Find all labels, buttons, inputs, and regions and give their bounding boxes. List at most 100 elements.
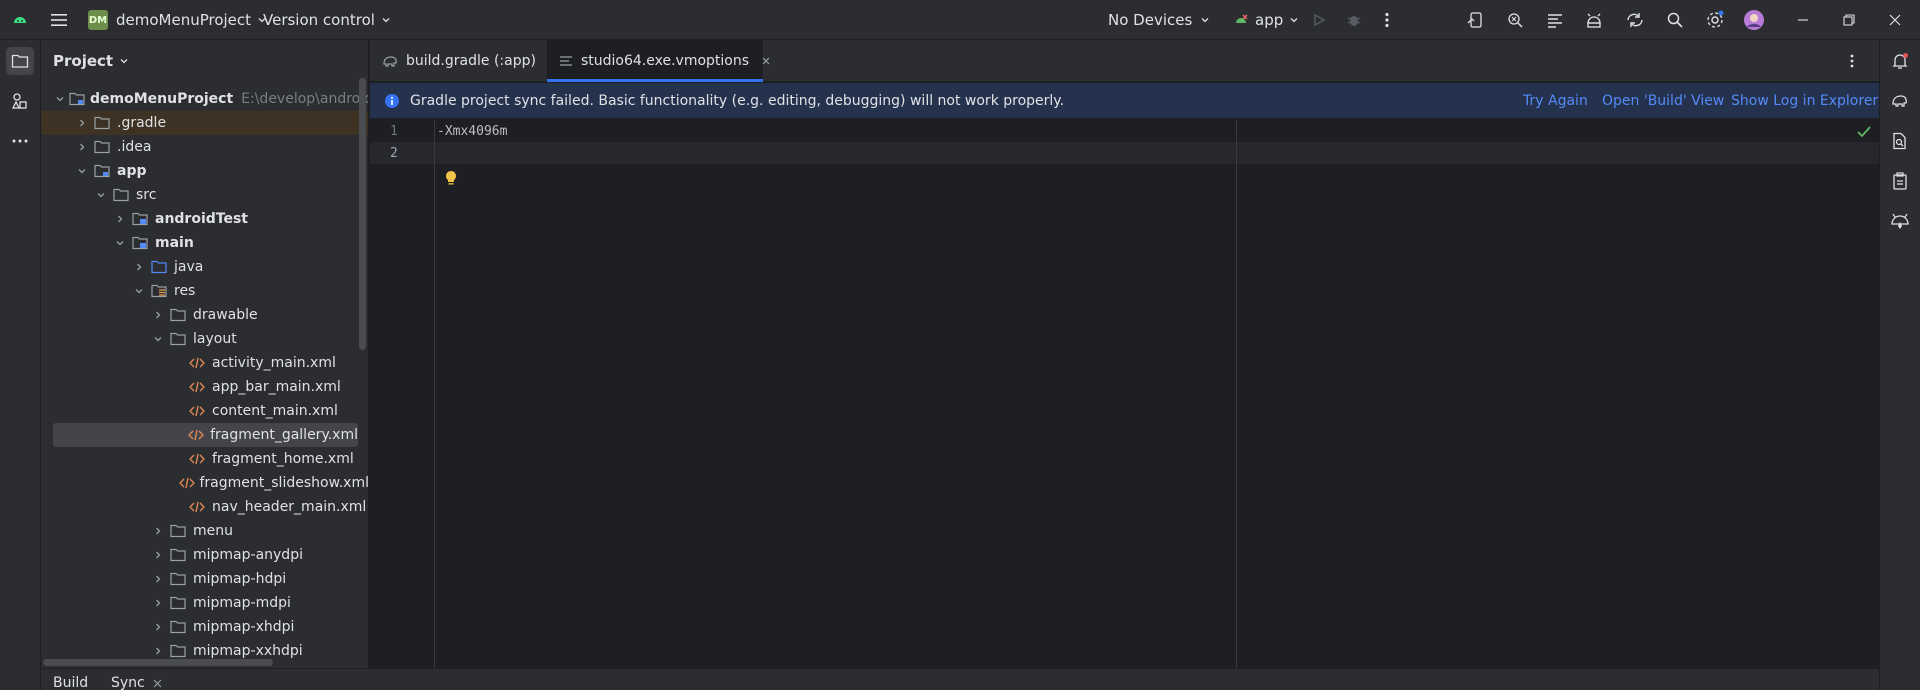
chevron-down-icon[interactable] [150,331,166,347]
run-button[interactable] [1308,0,1330,40]
tree-item[interactable]: nav_header_main.xml [41,495,368,519]
tree-item[interactable]: java [41,255,368,279]
chevron-right-icon[interactable] [74,139,90,155]
tree-item[interactable]: fragment_slideshow.xml [41,471,368,495]
tree-item[interactable]: mipmap-hdpi [41,567,368,591]
chevron-right-icon[interactable] [150,595,166,611]
chevron-right-icon[interactable] [150,523,166,539]
tree-item-label: .gradle [117,115,167,131]
restore-button[interactable] [1838,0,1860,40]
device-manager-button[interactable] [1464,0,1486,40]
check-icon[interactable] [1857,126,1871,138]
project-view-selector[interactable]: Project [53,40,129,82]
chevron-right-icon[interactable] [150,619,166,635]
tree-item[interactable]: content_main.xml [41,399,368,423]
tree-horizontal-scrollbar[interactable] [43,659,273,666]
resource-manager-button[interactable] [6,87,34,115]
show-log-link[interactable]: Show Log in Explorer [1731,93,1878,109]
tree-item-label: layout [193,331,237,347]
tree-item-label: mipmap-xxhdpi [193,643,303,659]
project-switcher[interactable]: DM demoMenuProject [88,0,267,40]
main-menu-button[interactable] [48,0,70,40]
tree-item[interactable]: menu [41,519,368,543]
device-file-explorer-button[interactable] [1886,127,1914,155]
run-config-selector[interactable]: app [1233,0,1299,40]
tree-item[interactable]: androidTest [41,207,368,231]
user-avatar[interactable] [1743,0,1765,40]
sync-project-button[interactable] [1544,0,1566,40]
try-again-link[interactable]: Try Again [1523,93,1588,109]
chevron-down-icon[interactable] [55,91,65,107]
chevron-right-icon[interactable] [150,547,166,563]
tree-item[interactable]: drawable [41,303,368,327]
device-selector[interactable]: No Devices [1108,0,1210,40]
tab-build-gradle[interactable]: build.gradle (:app) [370,40,546,82]
gemini-tool-button[interactable] [1886,207,1914,235]
chevron-right-icon[interactable] [74,115,90,131]
build-tab[interactable]: Build [53,675,88,690]
lightbulb-icon[interactable] [444,170,458,186]
settings-button[interactable] [1704,0,1726,40]
code-editor[interactable]: 1 2 -Xmx4096m [370,120,1879,668]
tree-item-label: androidTest [155,211,248,227]
tree-item[interactable]: fragment_gallery.xml [53,423,358,447]
right-margin-guide [1236,120,1237,668]
minimize-button[interactable] [1792,0,1814,40]
sync-tab[interactable]: Sync [111,675,145,690]
tree-item[interactable]: app_bar_main.xml [41,375,368,399]
tree-item[interactable]: mipmap-anydpi [41,543,368,567]
search-button[interactable] [1664,0,1686,40]
tree-item[interactable]: .idea [41,135,368,159]
chevron-down-icon[interactable] [74,163,90,179]
gradle-tool-button[interactable] [1886,87,1914,115]
debug-button[interactable] [1343,0,1365,40]
tree-item[interactable]: mipmap-xhdpi [41,615,368,639]
clipboard-tool-button[interactable] [1886,167,1914,195]
open-build-view-link[interactable]: Open 'Build' View [1602,93,1724,109]
tree-item[interactable]: fragment_home.xml [41,447,368,471]
chevron-down-icon[interactable] [112,235,128,251]
layout-inspector-button[interactable] [1504,0,1526,40]
tab-vmoptions[interactable]: studio64.exe.vmoptions [547,40,770,82]
tree-item-label: app [117,163,147,179]
device-manager-icon [1464,9,1486,31]
chevron-right-icon[interactable] [131,259,147,275]
chevron-right-icon[interactable] [150,307,166,323]
more-tools-button[interactable] [6,127,34,155]
chevron-down-icon[interactable] [93,187,109,203]
close-window-button[interactable] [1884,0,1906,40]
tab-options-button[interactable] [1850,40,1854,82]
tree-item[interactable]: app [41,159,368,183]
notifications-button[interactable] [1886,47,1914,75]
tree-vertical-scrollbar[interactable] [359,78,366,350]
chevron-right-icon[interactable] [150,643,166,659]
tree-item[interactable]: mipmap-mdpi [41,591,368,615]
project-tool-button[interactable] [6,47,34,75]
tree-item[interactable]: src [41,183,368,207]
more-actions-button[interactable] [1376,0,1398,40]
vcs-menu[interactable]: Version control [263,0,391,40]
code-line[interactable]: -Xmx4096m [437,124,507,139]
tree-item[interactable]: main [41,231,368,255]
text-file-icon [559,54,573,68]
close-icon [1884,9,1906,31]
tree-item[interactable]: activity_main.xml [41,351,368,375]
close-tab-icon[interactable] [761,56,771,66]
project-name: demoMenuProject [116,11,252,29]
chevron-down-icon[interactable] [131,283,147,299]
app-inspection-button[interactable] [1583,0,1605,40]
gradle-sync-button[interactable] [1624,0,1646,40]
tree-item[interactable]: .gradle [41,111,368,135]
tree-item[interactable]: res [41,279,368,303]
tree-item[interactable]: layout [41,327,368,351]
avatar-icon [1744,10,1764,30]
tree-item-label: mipmap-anydpi [193,547,303,563]
chevron-right-icon[interactable] [150,571,166,587]
close-icon[interactable] [153,679,162,688]
tree-item[interactable]: demoMenuProject E:\develop\android\demo [41,87,368,111]
folder-icon [170,307,188,323]
chevron-right-icon[interactable] [112,211,128,227]
xml-file-icon [189,355,207,371]
